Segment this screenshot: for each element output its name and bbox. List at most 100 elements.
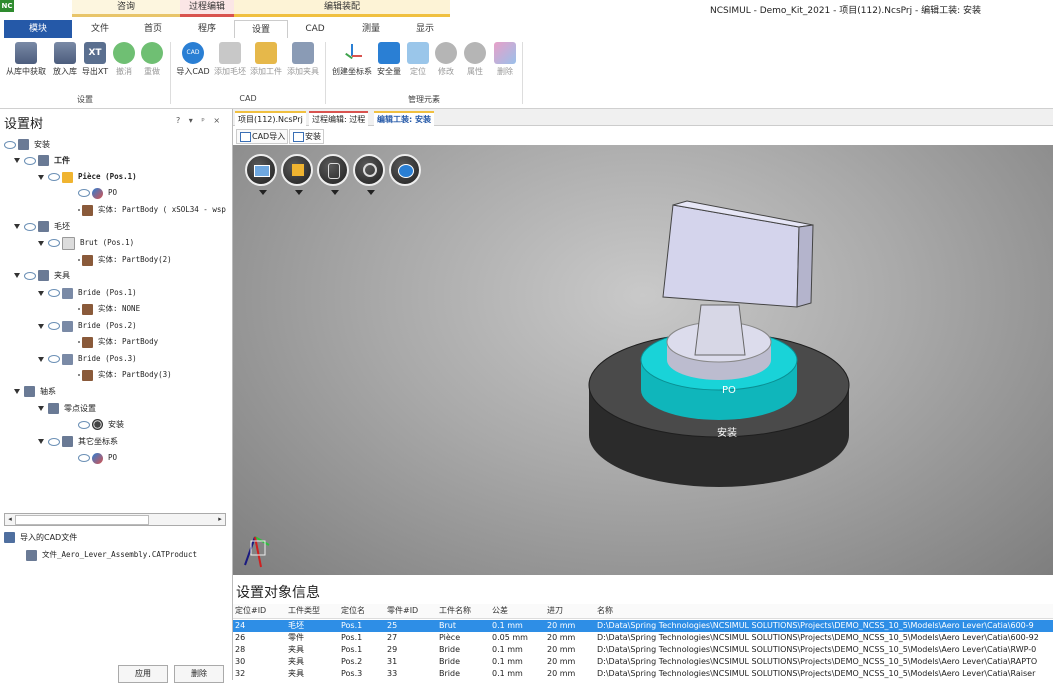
tree-node-zero-setup[interactable]: 零点设置 (38, 401, 96, 417)
tab-file[interactable]: 文件 (76, 20, 124, 38)
eye-icon[interactable] (48, 289, 60, 297)
view-tab-setup[interactable]: 安装 (289, 129, 324, 144)
eye-icon[interactable] (48, 239, 60, 247)
tree-node-axes-group[interactable]: 轴系 (14, 384, 56, 400)
tree-node-po[interactable]: PO (78, 450, 117, 466)
3d-viewport[interactable]: PO 安装 (233, 145, 1053, 575)
tree-node-fixture-group[interactable]: 夹具 (14, 268, 70, 284)
col-header[interactable]: 定位#ID (235, 604, 266, 618)
eraser-icon (494, 42, 516, 64)
tree-horizontal-scrollbar[interactable]: ◂ ▸ (4, 513, 226, 526)
get-from-library-button[interactable]: 从库中获取 (4, 42, 48, 86)
tree-node-body[interactable]: 实体: PartBody (78, 334, 158, 350)
doc-tab-fixture-edit[interactable]: 编辑工装: 安装 (374, 111, 434, 126)
position-button[interactable]: 定位 (405, 42, 431, 86)
tree-node-workpiece-group[interactable]: 工件 (14, 153, 70, 169)
eye-icon[interactable] (24, 222, 36, 231)
tree-node-po[interactable]: PO (78, 185, 117, 201)
tree-node-setup[interactable]: 安装 (4, 137, 50, 153)
tab-cad[interactable]: CAD (290, 20, 340, 38)
expand-icon[interactable] (38, 290, 44, 296)
eye-icon[interactable] (24, 156, 36, 165)
eye-icon[interactable] (24, 271, 36, 280)
expand-icon[interactable] (14, 158, 20, 163)
redo-button[interactable]: 重做 (140, 42, 164, 86)
expand-icon[interactable] (38, 439, 44, 444)
safety-margin-button[interactable]: 安全量 (375, 42, 403, 86)
eye-icon[interactable] (78, 420, 90, 429)
add-fixture-button[interactable]: 添加夹具 (284, 42, 322, 86)
col-header[interactable]: 公差 (492, 604, 508, 618)
undo-button[interactable]: 撤消 (112, 42, 136, 86)
tab-setup[interactable]: 设置 (234, 20, 288, 40)
col-header[interactable]: 名称 (597, 604, 613, 618)
tree-node-stock-group[interactable]: 毛坯 (14, 219, 70, 235)
scroll-thumb[interactable] (15, 515, 149, 525)
tree-node-bride-3[interactable]: Bride (Pos.3) (38, 351, 137, 367)
import-cad-button[interactable]: CAD 导入CAD (175, 42, 211, 86)
tree-node-zero-setup-item[interactable]: 安装 (78, 417, 124, 433)
table-row[interactable]: 30 夹具 Pos.2 31 Bride 0.1 mm 20 mm D:\Data\Sprin… (233, 656, 1053, 668)
tab-measure[interactable]: 测量 (344, 20, 398, 38)
table-row[interactable]: 28 夹具 Pos.1 29 Bride 0.1 mm 20 mm D:\Data\Sprin… (233, 644, 1053, 656)
delete-button[interactable]: 删除 (491, 42, 519, 86)
tree-node-brut[interactable]: Brut (Pos.1) (38, 235, 134, 251)
col-header[interactable]: 定位名 (341, 604, 365, 618)
put-in-library-button[interactable]: 放入库 (50, 42, 80, 86)
fixture-icon (62, 353, 73, 365)
doc-tab-project[interactable]: 项目(112).NcsPrj (235, 111, 306, 126)
modify-button[interactable]: 修改 (433, 42, 459, 86)
panel-controls[interactable]: ? ▾ ᵖ × (176, 116, 223, 125)
tab-home[interactable]: 首页 (128, 20, 178, 38)
scroll-left-icon[interactable]: ◂ (6, 515, 14, 523)
table-row[interactable]: 32 夹具 Pos.3 33 Bride 0.1 mm 20 mm D:\Data\Sprin… (233, 668, 1053, 680)
tree-node-body[interactable]: 实体: PartBody(3) (78, 367, 172, 383)
export-xt-button[interactable]: XT 导出XT (80, 42, 110, 86)
view-tab-cad-import[interactable]: CAD导入 (236, 129, 289, 144)
po-label: PO (722, 385, 736, 396)
table-row[interactable]: 26 零件 Pos.1 27 Pièce 0.05 mm 20 mm D:\Data\Spri… (233, 632, 1053, 644)
col-header[interactable]: 进刀 (547, 604, 563, 618)
delete-panel-button[interactable]: 删除 (174, 665, 224, 683)
eye-icon[interactable] (48, 322, 60, 330)
apply-button[interactable]: 应用 (118, 665, 168, 683)
tree-node-bride-2[interactable]: Bride (Pos.2) (38, 318, 137, 334)
eye-icon[interactable] (48, 173, 60, 181)
eye-icon[interactable] (78, 454, 90, 462)
create-coordinate-system-button[interactable]: 创建坐标系 (330, 42, 374, 86)
tree-node-body[interactable]: 实体: NONE (78, 301, 140, 317)
add-workpiece-button[interactable]: 添加工件 (248, 42, 284, 86)
eye-icon[interactable] (48, 355, 60, 363)
eye-icon[interactable] (48, 437, 60, 446)
add-stock-button[interactable]: 添加毛坯 (212, 42, 248, 86)
expand-icon[interactable] (38, 323, 44, 329)
table-row[interactable]: 24 毛坯 Pos.1 25 Brut 0.1 mm 20 mm D:\Data\Spring… (233, 620, 1053, 632)
imported-cad-file[interactable]: 文件_Aero_Lever_Assembly.CATProduct (26, 547, 197, 563)
info-panel-title: 设置对象信息 (236, 585, 320, 601)
expand-icon[interactable] (38, 240, 44, 246)
tab-module[interactable]: 模块 (4, 20, 72, 38)
expand-icon[interactable] (14, 273, 20, 278)
tree-node-body[interactable]: 实体: PartBody(2) (78, 252, 172, 268)
tab-program[interactable]: 程序 (182, 20, 232, 38)
tree-node-bride-1[interactable]: Bride (Pos.1) (38, 285, 137, 301)
eye-icon[interactable] (4, 140, 16, 149)
expand-icon[interactable] (38, 406, 44, 411)
tree-node-body[interactable]: 实体: PartBody ( xSOL34 - wsp (78, 202, 226, 218)
expand-icon[interactable] (14, 389, 20, 394)
expand-icon[interactable] (14, 224, 20, 229)
col-header[interactable]: 零件#ID (387, 604, 418, 618)
panel-title: 设置树 (4, 117, 44, 132)
doc-tab-process-edit[interactable]: 过程编辑: 过程 (309, 111, 369, 126)
eye-icon[interactable] (78, 189, 90, 197)
tree-node-other-coordinates[interactable]: 其它坐标系 (38, 434, 118, 450)
properties-button[interactable]: 属性 (462, 42, 488, 86)
expand-icon[interactable] (38, 174, 44, 180)
scroll-right-icon[interactable]: ▸ (216, 515, 224, 523)
col-header[interactable]: 工件类型 (288, 604, 320, 618)
tree-node-piece[interactable]: Pièce (Pos.1) (38, 169, 137, 185)
col-header[interactable]: 工件名称 (439, 604, 471, 618)
tab-display[interactable]: 显示 (400, 20, 450, 38)
expand-icon[interactable] (38, 356, 44, 362)
group-label-manage: 管理元素 (408, 95, 440, 104)
